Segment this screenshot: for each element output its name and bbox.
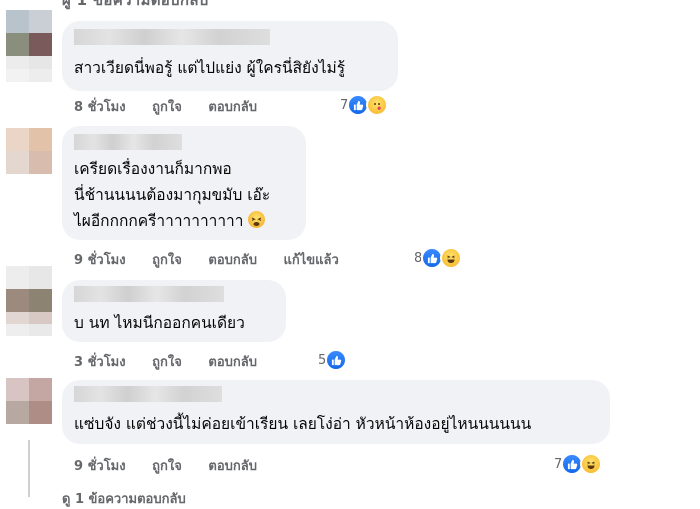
comment-text: เครียดเรื่องงานก็มากพอ นี่ช้านนนนต้องมาก… bbox=[74, 160, 271, 230]
commenter-name-blurred[interactable] bbox=[74, 286, 224, 302]
reaction-summary[interactable]: 5 bbox=[318, 349, 348, 371]
comment-actions: 3 ชั่วโมง ถูกใจ ตอบกลับ bbox=[74, 351, 279, 372]
haha-icon bbox=[580, 453, 603, 475]
like-button[interactable]: ถูกใจ bbox=[152, 459, 182, 474]
reaction-summary[interactable]: 8 bbox=[414, 247, 463, 269]
commenter-name-blurred[interactable] bbox=[74, 134, 182, 150]
reply-button[interactable]: ตอบกลับ bbox=[208, 459, 257, 474]
comment-timestamp[interactable]: 9 ชั่วโมง bbox=[74, 253, 126, 268]
avatar[interactable] bbox=[6, 10, 52, 56]
avatar[interactable] bbox=[6, 378, 52, 424]
comment-actions: 9 ชั่วโมง ถูกใจ ตอบกลับ แก้ไขแล้ว bbox=[74, 249, 361, 270]
reply-button[interactable]: ตอบกลับ bbox=[208, 100, 257, 115]
reply-button[interactable]: ตอบกลับ bbox=[208, 253, 257, 268]
comment-text: บ นท ไหมนีกออกคนเดียว bbox=[74, 314, 245, 332]
care-icon bbox=[366, 94, 389, 116]
comment-timestamp[interactable]: 3 ชั่วโมง bbox=[74, 355, 126, 370]
avatar[interactable] bbox=[6, 266, 52, 312]
view-replies-link[interactable]: ผู้ 1 ข้อความตอบกลับ bbox=[62, 0, 209, 12]
comment-bubble: เครียดเรื่องงานก็มากพอ นี่ช้านนนนต้องมาก… bbox=[62, 126, 306, 240]
reaction-summary[interactable]: 7 bbox=[554, 453, 603, 475]
reply-button[interactable]: ตอบกลับ bbox=[208, 355, 257, 370]
comment-timestamp[interactable]: 8 ชั่วโมง bbox=[74, 100, 126, 115]
view-replies-link[interactable]: ดู 1 ข้อความตอบกลับ bbox=[62, 488, 186, 509]
reply-thread-line bbox=[28, 440, 30, 497]
like-button[interactable]: ถูกใจ bbox=[152, 253, 182, 268]
comment-actions: 9 ชั่วโมง ถูกใจ ตอบกลับ bbox=[74, 455, 279, 476]
tired-face-emoji bbox=[248, 211, 266, 228]
comment-text: แซ่บจัง แต่ช่วงนี้ไม่ค่อยเข้าเรียน เลยโง… bbox=[74, 415, 532, 433]
avatar[interactable] bbox=[6, 128, 52, 174]
commenter-name-blurred[interactable] bbox=[74, 386, 222, 402]
comment-timestamp[interactable]: 9 ชั่วโมง bbox=[74, 459, 126, 474]
avatar-lower bbox=[6, 312, 52, 336]
comment-bubble: บ นท ไหมนีกออกคนเดียว bbox=[62, 280, 286, 342]
comment-text: สาวเวียดนี่พอรู้ แต่ไปแย่ง ผู้ใครนี่สิยั… bbox=[74, 59, 346, 77]
haha-icon bbox=[440, 247, 463, 269]
like-button[interactable]: ถูกใจ bbox=[152, 355, 182, 370]
edited-label[interactable]: แก้ไขแล้ว bbox=[284, 253, 339, 268]
commenter-name-blurred[interactable] bbox=[74, 29, 270, 45]
reaction-summary[interactable]: 7 bbox=[340, 94, 389, 116]
comment-bubble: สาวเวียดนี่พอรู้ แต่ไปแย่ง ผู้ใครนี่สิยั… bbox=[62, 21, 398, 91]
comment-actions: 8 ชั่วโมง ถูกใจ ตอบกลับ bbox=[74, 96, 279, 117]
comment-bubble: แซ่บจัง แต่ช่วงนี้ไม่ค่อยเข้าเรียน เลยโง… bbox=[62, 380, 610, 444]
like-button[interactable]: ถูกใจ bbox=[152, 100, 182, 115]
avatar-lower bbox=[6, 56, 52, 82]
like-icon bbox=[325, 349, 348, 371]
